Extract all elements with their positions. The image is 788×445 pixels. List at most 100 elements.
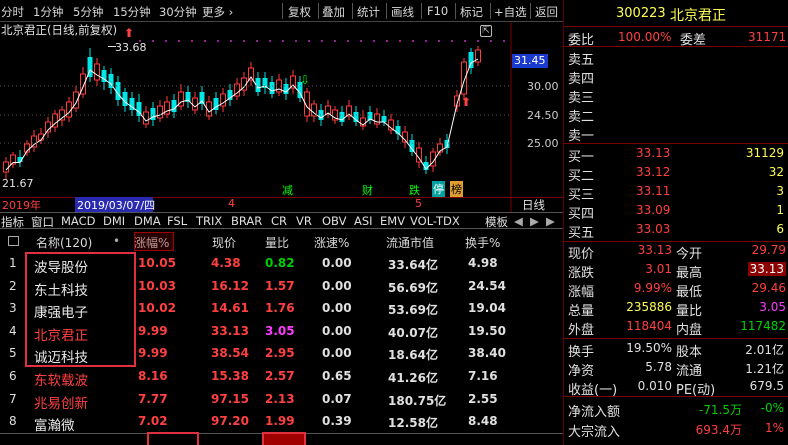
stat-label: 涨幅: [568, 285, 595, 300]
overlay-button[interactable]: 叠加: [322, 4, 345, 20]
tab-fsl[interactable]: FSL: [167, 214, 187, 228]
speed: 0.00: [322, 256, 352, 270]
stat-value-2: 117482: [740, 319, 786, 333]
quote-panel: 300223 北京君正 委比 100.00% 委差 31171 卖五 卖四 卖三 卖二…: [563, 0, 788, 445]
tab-dma[interactable]: DMA: [134, 214, 161, 228]
stat-value: 3.01: [645, 262, 672, 276]
stat-value: 9.99%: [633, 281, 672, 295]
stat-value-2: 29.46: [751, 281, 786, 295]
row-index: 1: [9, 256, 17, 270]
tab-indicator[interactable]: 指标: [1, 214, 24, 230]
speed: 0.07: [322, 391, 352, 406]
period-tab-more[interactable]: 更多 ›: [202, 4, 233, 20]
tab-window[interactable]: 窗口: [31, 214, 54, 230]
stat-value-2: 3.05: [759, 300, 786, 314]
tab-scroll-left-icon[interactable]: ◀: [514, 214, 523, 228]
price: 97.15: [211, 391, 249, 406]
speed: 0.00: [322, 278, 352, 293]
top-marker-dots: [139, 40, 505, 42]
period-tab-30min[interactable]: 30分钟: [159, 4, 197, 20]
stats-button[interactable]: 统计: [357, 4, 380, 20]
candles: [3, 46, 481, 180]
period-tab-15min[interactable]: 15分钟: [113, 4, 151, 20]
stock-name: 富瀚微: [34, 418, 75, 435]
tab-template[interactable]: 模板: [485, 214, 508, 230]
f10-button[interactable]: F10: [427, 4, 448, 18]
col-turnover[interactable]: 换手%: [465, 234, 500, 251]
tab-obv[interactable]: OBV: [322, 214, 346, 228]
add-watchlist-button[interactable]: +自选: [494, 4, 527, 20]
float-cap: 18.64亿: [388, 348, 438, 363]
month-mark-4: 4: [228, 197, 235, 210]
speed: 0.00: [322, 301, 352, 316]
buy-level-price: 33.12: [636, 165, 671, 179]
buy-level-label: 买四: [568, 207, 595, 222]
col-speed[interactable]: 涨速%: [314, 234, 349, 251]
price: 33.13: [211, 323, 249, 338]
col-name[interactable]: 名称(120): [36, 234, 92, 251]
col-float-cap[interactable]: 流通市值: [386, 234, 434, 251]
stock-code: 300223: [616, 6, 666, 21]
event-reduce[interactable]: 减: [282, 182, 293, 198]
tab-more-icon[interactable]: ▶: [546, 214, 555, 228]
draw-line-button[interactable]: 画线: [391, 4, 414, 20]
low-price-label: 21.67: [2, 177, 34, 190]
tab-emv[interactable]: EMV: [380, 214, 405, 228]
tab-cr[interactable]: CR: [271, 214, 287, 228]
toolbar-divider: [318, 3, 319, 19]
toolbar-divider: [421, 3, 422, 19]
toolbar-divider: [490, 3, 491, 19]
period-tab-5min[interactable]: 5分钟: [73, 4, 103, 20]
divider: [563, 241, 788, 242]
stat-label-2: 量比: [676, 304, 703, 319]
float-cap: 12.58亿: [388, 416, 438, 431]
fuquan-button[interactable]: 复权: [288, 4, 311, 20]
buy-level-volume: 32: [768, 165, 784, 179]
event-halt[interactable]: 停: [432, 181, 445, 197]
event-list[interactable]: 榜: [450, 181, 463, 197]
high-price-label: 33.68: [115, 41, 147, 54]
sell-level-label: 卖五: [568, 53, 595, 68]
mark-button[interactable]: 标记: [460, 4, 483, 20]
price: 38.54: [211, 346, 249, 361]
period-tab-timeshare[interactable]: 分时: [1, 4, 24, 20]
stat-label: 总量: [568, 304, 595, 319]
col-price[interactable]: 现价: [212, 234, 236, 251]
left-panel: 分时 1分钟 5分钟 15分钟 30分钟 更多 › 复权 叠加 统计 画线 F1…: [0, 0, 563, 445]
event-financial[interactable]: 财: [362, 182, 373, 198]
weibi-value: 100.00%: [618, 30, 672, 44]
buy-level-volume: 3: [776, 184, 784, 198]
buy-level-volume: 31129: [745, 146, 784, 160]
bottom-tab-highlight[interactable]: [147, 432, 199, 445]
weicha-value: 31171: [748, 30, 787, 44]
stat-label: 净资: [568, 364, 595, 379]
buy-level-price: 33.13: [636, 146, 671, 160]
y-tick-3: 25.00: [527, 137, 559, 150]
expand-icon[interactable]: ⇱: [480, 25, 492, 37]
toolbar-divider: [352, 3, 353, 19]
tab-dmi[interactable]: DMI: [103, 214, 125, 228]
period-tab-1min[interactable]: 1分钟: [33, 4, 63, 20]
row-index: 6: [9, 369, 17, 383]
change-pct: 9.99: [138, 323, 168, 338]
tab-vol-tdx[interactable]: VOL-TDX: [410, 214, 460, 228]
back-button[interactable]: 返回: [535, 4, 558, 20]
stat-value: 5.78: [645, 360, 672, 374]
stock-name: 东软载波: [34, 373, 88, 389]
tab-vr[interactable]: VR: [296, 214, 312, 228]
tab-macd[interactable]: MACD: [61, 214, 95, 228]
speed: 0.39: [322, 414, 352, 429]
col-volume-ratio[interactable]: 量比: [265, 234, 289, 251]
stat-label-2: 流通: [676, 364, 703, 379]
tab-trix[interactable]: TRIX: [196, 214, 222, 228]
event-drop[interactable]: 跌: [409, 182, 420, 198]
turnover: 38.40: [468, 346, 506, 361]
volume-ratio: 1.76: [265, 301, 295, 316]
speed: 0.00: [322, 323, 352, 338]
bottom-tab-active[interactable]: [262, 432, 306, 445]
turnover: 19.50: [468, 323, 506, 338]
tab-brar[interactable]: BRAR: [231, 214, 262, 228]
table-settings-icon[interactable]: [8, 236, 19, 246]
tab-asi[interactable]: ASI: [354, 214, 373, 228]
tab-scroll-right-icon[interactable]: ▶: [530, 214, 539, 228]
